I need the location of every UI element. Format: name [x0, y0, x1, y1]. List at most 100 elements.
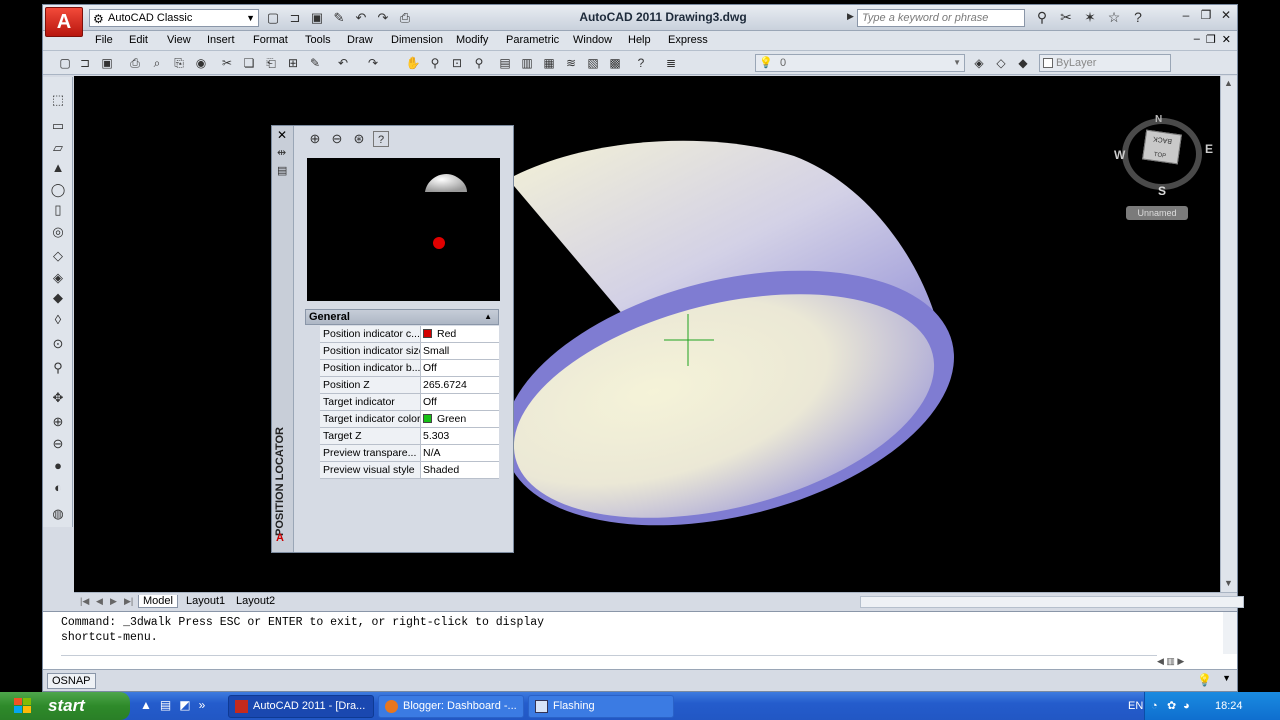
sweep-icon[interactable]: ◆: [49, 289, 67, 307]
save-icon[interactable]: ▣: [99, 55, 115, 71]
general-section-header[interactable]: General ▲: [305, 309, 499, 325]
doc-minimize-icon[interactable]: –: [1194, 33, 1200, 46]
start-button[interactable]: start: [0, 692, 130, 720]
cut-icon[interactable]: ✂: [219, 55, 235, 71]
property-value[interactable]: Shaded: [421, 462, 499, 478]
publish-icon[interactable]: ⎘: [171, 55, 187, 71]
cylinder-icon[interactable]: ▯: [49, 201, 67, 219]
property-row[interactable]: Preview transpare... N/A: [320, 445, 499, 462]
calculator-icon[interactable]: ▩: [607, 55, 623, 71]
color-dropdown[interactable]: ByLayer: [1039, 54, 1171, 72]
extrude-icon[interactable]: ◇: [49, 247, 67, 265]
quick-launch-app-icon[interactable]: ◩: [179, 698, 190, 712]
task-flashing[interactable]: Flashing: [528, 695, 674, 718]
volume-icon[interactable]: ◕: [1183, 692, 1190, 720]
menu-dimension[interactable]: Dimension: [391, 34, 443, 46]
walk-icon[interactable]: ⚲: [49, 359, 67, 377]
tab-last-icon[interactable]: ▶|: [124, 596, 133, 607]
box-icon[interactable]: ▭: [49, 117, 67, 135]
drawing-viewport[interactable]: N S E W BACK TOP Unnamed: [74, 76, 1220, 592]
camera-icon[interactable]: ⊙: [49, 335, 67, 353]
zoom-out-icon[interactable]: ⊖: [329, 131, 345, 147]
property-row[interactable]: Target Z 5.303: [320, 428, 499, 445]
menu-help[interactable]: Help: [628, 34, 651, 46]
property-row[interactable]: Preview visual style Shaded: [320, 462, 499, 479]
panel-title-strip[interactable]: ✕ ⇹ ▤ POSITION LOCATOR A: [272, 126, 294, 552]
search-input[interactable]: Type a keyword or phrase: [857, 9, 1025, 27]
scroll-up-icon[interactable]: ▲: [1224, 78, 1233, 88]
vertical-scrollbar[interactable]: ▲ ▼: [1220, 76, 1237, 592]
zoom-window-icon[interactable]: ⊡: [449, 55, 465, 71]
close-icon[interactable]: ✕: [277, 128, 287, 142]
tab-layout1[interactable]: Layout1: [182, 595, 229, 607]
new-icon[interactable]: ▢: [265, 10, 281, 26]
open-icon[interactable]: ⊐: [287, 10, 303, 26]
plot-icon[interactable]: ⎙: [127, 55, 143, 71]
revolve-icon[interactable]: ◊: [49, 311, 67, 329]
task-blogger[interactable]: Blogger: Dashboard -...: [378, 695, 524, 718]
tab-layout2[interactable]: Layout2: [232, 595, 279, 607]
open-icon[interactable]: ⊐: [77, 55, 93, 71]
zoom-extents-icon[interactable]: ⊛: [351, 131, 367, 147]
language-indicator[interactable]: EN: [1128, 692, 1143, 720]
more-icon[interactable]: »: [199, 698, 206, 712]
menu-modify[interactable]: Modify: [456, 34, 488, 46]
tab-model[interactable]: Model: [138, 595, 178, 608]
property-row[interactable]: Target indicator color Green: [320, 411, 499, 428]
menu-tools[interactable]: Tools: [305, 34, 331, 46]
menu-draw[interactable]: Draw: [347, 34, 373, 46]
tab-prev-icon[interactable]: ◀: [96, 596, 103, 607]
menu-parametric[interactable]: Parametric: [506, 34, 559, 46]
network-icon[interactable]: ◔: [1151, 692, 1158, 720]
help-icon[interactable]: ?: [1129, 9, 1147, 26]
sphere-icon[interactable]: ◯: [49, 181, 67, 199]
locator-preview[interactable]: [307, 158, 500, 301]
property-value[interactable]: Green: [421, 411, 499, 427]
match-properties-icon[interactable]: ✎: [307, 55, 323, 71]
3d-move-icon[interactable]: ✥: [49, 389, 67, 407]
subtract-icon[interactable]: ⊖: [49, 435, 67, 453]
auto-hide-icon[interactable]: ⇹: [277, 146, 286, 159]
undo-icon[interactable]: ↶: [335, 55, 351, 71]
render-icon[interactable]: ●: [49, 457, 67, 475]
lightbulb-icon[interactable]: 💡: [1197, 673, 1212, 687]
property-row[interactable]: Position indicator c... Red: [320, 326, 499, 343]
zoom-realtime-icon[interactable]: ⚲: [427, 55, 443, 71]
make-current-layer-icon[interactable]: ◈: [971, 55, 987, 71]
presspull-icon[interactable]: ◈: [49, 269, 67, 287]
command-scrollbar[interactable]: [1223, 612, 1237, 654]
collapse-icon[interactable]: ▲: [484, 310, 492, 324]
copy-icon[interactable]: ❏: [241, 55, 257, 71]
pan-icon[interactable]: ✋: [405, 55, 421, 71]
menu-window[interactable]: Window: [573, 34, 612, 46]
help-icon[interactable]: ?: [373, 131, 389, 147]
zoom-in-icon[interactable]: ⊕: [307, 131, 323, 147]
design-center-icon[interactable]: ▥: [519, 55, 535, 71]
lights-icon[interactable]: ◍: [49, 505, 67, 523]
paste-icon[interactable]: ⎗: [263, 55, 279, 71]
torus-icon[interactable]: ◎: [49, 223, 67, 241]
quick-launch-autocad-icon[interactable]: ▲: [140, 698, 152, 712]
property-value[interactable]: 5.303: [421, 428, 499, 444]
layer-previous-icon[interactable]: ◇: [993, 55, 1009, 71]
task-autocad[interactable]: AutoCAD 2011 - [Dra...: [228, 695, 374, 718]
materials-icon[interactable]: ◐: [49, 479, 67, 497]
property-row[interactable]: Position indicator b... Off: [320, 360, 499, 377]
menu-express[interactable]: Express: [668, 34, 708, 46]
plot-preview-icon[interactable]: ⌕: [149, 55, 165, 71]
sheet-set-icon[interactable]: ≋: [563, 55, 579, 71]
restore-icon[interactable]: ❐: [1199, 8, 1213, 24]
menu-format[interactable]: Format: [253, 34, 288, 46]
status-menu-icon[interactable]: ▼: [1222, 673, 1231, 687]
close-icon[interactable]: ✕: [1219, 8, 1233, 24]
undo-icon[interactable]: ↶: [353, 10, 369, 26]
property-value[interactable]: 265.6724: [421, 377, 499, 393]
binoculars-icon[interactable]: ⚲: [1033, 9, 1051, 26]
new-icon[interactable]: ▢: [57, 55, 73, 71]
tab-first-icon[interactable]: |◀: [80, 596, 89, 607]
properties-icon[interactable]: ▤: [497, 55, 513, 71]
plot-icon[interactable]: ⎙: [397, 10, 413, 26]
wedge-icon[interactable]: ▱: [49, 139, 67, 157]
union-icon[interactable]: ⊕: [49, 413, 67, 431]
command-input[interactable]: [61, 655, 1157, 669]
